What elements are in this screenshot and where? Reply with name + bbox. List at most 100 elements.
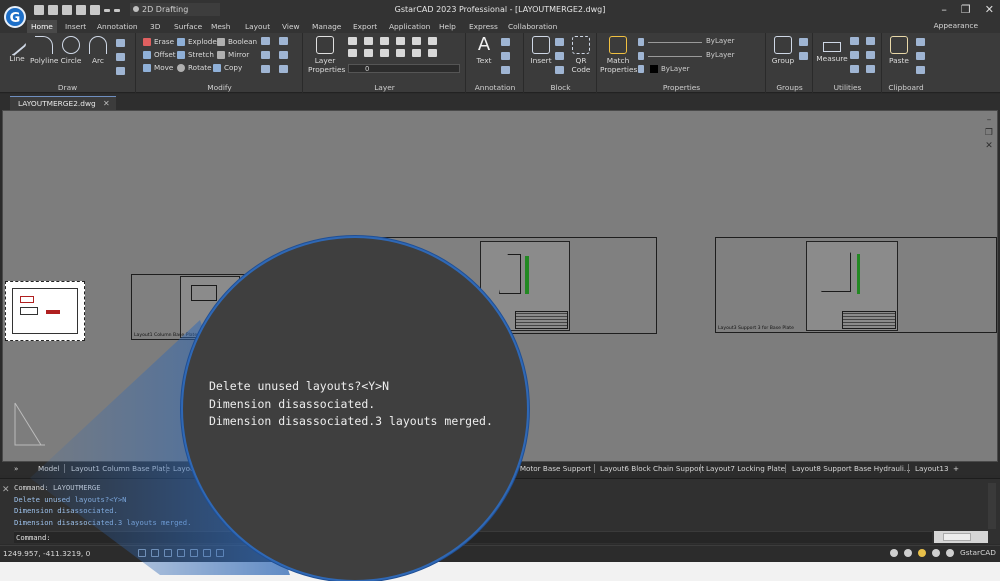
tab-layout5[interactable]: 5 Motor Base Support: [513, 463, 591, 475]
coordinate-readout[interactable]: 1249.957, -411.3219, 0: [3, 549, 90, 558]
snap-icon[interactable]: [151, 549, 159, 557]
tab-model[interactable]: Model: [38, 463, 60, 475]
layer-dropdown[interactable]: 0: [348, 64, 460, 73]
layer-walk-icon[interactable]: [364, 49, 373, 57]
move-button[interactable]: Move: [143, 62, 173, 73]
add-layout-icon[interactable]: +: [953, 463, 959, 475]
table-icon[interactable]: [501, 66, 510, 74]
color-dropdown[interactable]: ByLayer: [661, 65, 689, 73]
layer-off-icon[interactable]: [396, 37, 405, 45]
ungroup-icon[interactable]: [799, 38, 808, 46]
layer-lock-icon[interactable]: [412, 37, 421, 45]
layer-properties-button[interactable]: Layer Properties: [308, 36, 345, 74]
chamfer-icon[interactable]: [279, 65, 288, 73]
tab-annotation[interactable]: Annotation: [97, 20, 138, 33]
layout-tabs-expand-icon[interactable]: »: [14, 463, 18, 475]
tab-collaboration[interactable]: Collaboration: [508, 20, 557, 33]
quick-calc-icon[interactable]: [866, 37, 875, 45]
fillet-icon[interactable]: [261, 51, 270, 59]
viewport-minimize-icon[interactable]: –: [987, 115, 992, 125]
groups-panel-title[interactable]: Groups: [767, 83, 812, 92]
lineweight-dropdown[interactable]: ByLayer: [706, 51, 734, 59]
command-close-icon[interactable]: ✕: [2, 485, 10, 495]
polar-icon[interactable]: [177, 549, 185, 557]
draw-panel-title[interactable]: Draw: [0, 83, 135, 92]
tab-layout[interactable]: Layout: [245, 20, 270, 33]
mirror-button[interactable]: Mirror: [217, 49, 249, 60]
tab-layout8[interactable]: Layout8 Support Base Hydrauli...: [792, 463, 911, 475]
extend-icon[interactable]: [279, 51, 288, 59]
utilities-panel-title[interactable]: Utilities: [814, 83, 881, 92]
layer-panel-title[interactable]: Layer: [304, 83, 465, 92]
tab-insert[interactable]: Insert: [65, 20, 86, 33]
notification-bulb-icon[interactable]: [918, 548, 927, 557]
offset-button[interactable]: Offset: [143, 49, 176, 60]
tab-manage[interactable]: Manage: [312, 20, 341, 33]
tab-help[interactable]: Help: [439, 20, 456, 33]
minimize-icon[interactable]: –: [941, 3, 947, 16]
scale-icon[interactable]: [279, 37, 288, 45]
rectangle-icon[interactable]: [116, 39, 125, 47]
erase-button[interactable]: Erase: [143, 36, 174, 47]
select-all-icon[interactable]: [866, 51, 875, 59]
close-tab-icon[interactable]: ✕: [103, 97, 110, 111]
boolean-button[interactable]: Boolean: [217, 36, 257, 47]
hatch-icon[interactable]: [116, 67, 125, 75]
modify-panel-title[interactable]: Modify: [137, 83, 302, 92]
tab-layout7[interactable]: Layout7 Locking Plate: [706, 463, 785, 475]
group-button[interactable]: Group: [769, 36, 797, 65]
tab-export[interactable]: Export: [353, 20, 377, 33]
isolate-objects-icon[interactable]: [932, 548, 941, 557]
paste-button[interactable]: Paste: [885, 36, 913, 65]
stretch-button[interactable]: Stretch: [177, 49, 214, 60]
osnap-icon[interactable]: [190, 549, 198, 557]
layer-isolate-icon[interactable]: [364, 37, 373, 45]
trim-icon[interactable]: [261, 65, 270, 73]
viewport-restore-icon[interactable]: ❐: [985, 128, 993, 138]
measure-button[interactable]: Measure: [816, 36, 848, 63]
tab-3d[interactable]: 3D: [150, 20, 160, 33]
command-scrollbar[interactable]: [988, 483, 996, 529]
layer-delete-icon[interactable]: [396, 49, 405, 57]
restore-icon[interactable]: ❐: [961, 3, 971, 16]
layout-frame[interactable]: Layout3 Support 3 for Base Plate: [715, 237, 997, 333]
copy-button[interactable]: Copy: [213, 62, 242, 73]
properties-panel-title[interactable]: Properties: [598, 83, 765, 92]
document-tab[interactable]: LAYOUTMERGE2.dwg ✕: [10, 96, 116, 110]
layer-thaw-icon[interactable]: [412, 49, 421, 57]
arc-button[interactable]: Arc: [84, 36, 112, 65]
layer-match-icon[interactable]: [428, 37, 437, 45]
layer-merge-icon[interactable]: [380, 49, 389, 57]
cut-icon[interactable]: [916, 38, 925, 46]
command-horizontal-scrollbar[interactable]: [934, 531, 988, 543]
attribute-icon[interactable]: [555, 66, 564, 74]
lineweight-toggle-icon[interactable]: [216, 549, 224, 557]
tab-mesh[interactable]: Mesh: [211, 20, 230, 33]
app-logo[interactable]: G: [4, 6, 26, 28]
explode-button[interactable]: Explode: [177, 36, 217, 47]
otrack-icon[interactable]: [203, 549, 211, 557]
text-button[interactable]: A Text: [470, 36, 498, 66]
settings-gear-icon[interactable]: [890, 548, 899, 557]
viewport-close-icon[interactable]: ✕: [985, 141, 993, 151]
id-point-icon[interactable]: [850, 37, 859, 45]
layer-state-icon[interactable]: [348, 37, 357, 45]
annotation-scale-icon[interactable]: [904, 548, 913, 557]
tab-home[interactable]: Home: [27, 20, 57, 33]
ellipse-icon[interactable]: [116, 53, 125, 61]
layer-freeze-icon[interactable]: [380, 37, 389, 45]
annotation-panel-title[interactable]: Annotation: [467, 83, 523, 92]
array-icon[interactable]: [261, 37, 270, 45]
leader-icon[interactable]: [501, 52, 510, 60]
distance-icon[interactable]: [850, 65, 859, 73]
layer-on-icon[interactable]: [428, 49, 437, 57]
close-icon[interactable]: ✕: [985, 3, 994, 16]
copy-base-icon[interactable]: [916, 66, 925, 74]
ortho-icon[interactable]: [164, 549, 172, 557]
scroll-thumb[interactable]: [943, 533, 971, 541]
insert-button[interactable]: Insert: [527, 36, 555, 65]
list-icon[interactable]: [850, 51, 859, 59]
customize-icon[interactable]: [946, 548, 955, 557]
circle-button[interactable]: Circle: [57, 36, 85, 65]
tab-express[interactable]: Express: [469, 20, 498, 33]
